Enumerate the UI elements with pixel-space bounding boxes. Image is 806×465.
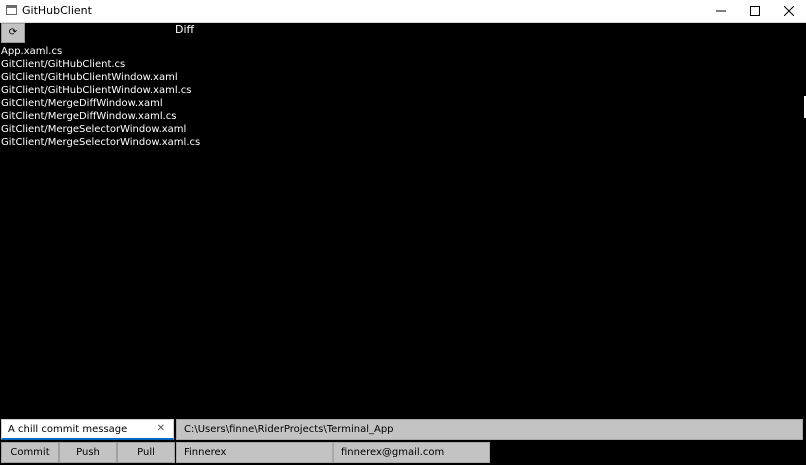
commit-message-input[interactable]: A chill commit message ✕ xyxy=(1,419,174,440)
list-item[interactable]: GitClient/MergeSelectorWindow.xaml.cs xyxy=(1,136,200,149)
clear-icon[interactable]: ✕ xyxy=(157,422,165,436)
diff-label: Diff xyxy=(175,23,195,36)
pull-button[interactable]: Pull xyxy=(117,442,175,463)
minimize-icon xyxy=(716,10,726,12)
close-button[interactable] xyxy=(766,0,806,22)
app-window-icon xyxy=(6,5,17,15)
commit-button[interactable]: Commit xyxy=(1,442,59,463)
refresh-button[interactable]: ⟳ xyxy=(1,23,25,43)
close-icon xyxy=(784,6,794,16)
app-window: GitHubClient ⟳ Diff App.xaml.cs GitClien… xyxy=(0,0,806,465)
email-field[interactable]: finnerex@gmail.com xyxy=(333,442,490,463)
username-field[interactable]: Finnerex xyxy=(176,442,333,463)
push-button[interactable]: Push xyxy=(59,442,117,463)
maximize-icon xyxy=(750,6,760,16)
list-item[interactable]: GitClient/GitHubClientWindow.xaml.cs xyxy=(1,84,200,97)
list-item[interactable]: GitClient/MergeDiffWindow.xaml.cs xyxy=(1,110,200,123)
refresh-icon: ⟳ xyxy=(8,27,18,38)
window-title: GitHubClient xyxy=(22,4,92,17)
commit-message-text: A chill commit message xyxy=(8,424,128,435)
list-item[interactable]: App.xaml.cs xyxy=(1,45,200,58)
repo-path-field[interactable]: C:\Users\finne\RiderProjects\Terminal_Ap… xyxy=(176,419,803,440)
list-item[interactable]: GitClient/MergeDiffWindow.xaml xyxy=(1,97,200,110)
list-item[interactable]: GitClient/GitHubClientWindow.xaml xyxy=(1,71,200,84)
title-bar[interactable]: GitHubClient xyxy=(0,0,806,23)
changed-files-list: App.xaml.cs GitClient/GitHubClient.cs Gi… xyxy=(1,45,200,149)
list-item[interactable]: GitClient/GitHubClient.cs xyxy=(1,58,200,71)
list-item[interactable]: GitClient/MergeSelectorWindow.xaml xyxy=(1,123,200,136)
